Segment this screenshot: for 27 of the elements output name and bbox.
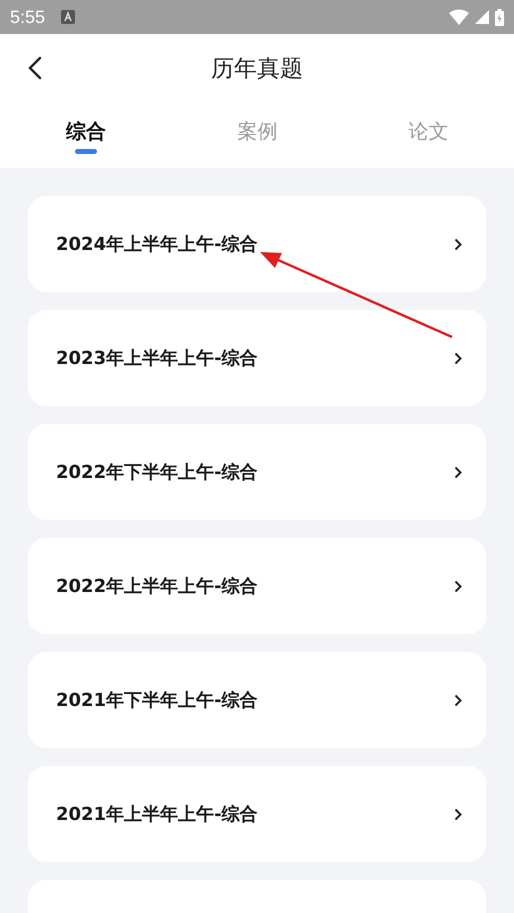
exam-title: 2021年上半年上午-综合 xyxy=(56,803,258,826)
tab-indicator xyxy=(75,149,97,154)
chevron-right-icon xyxy=(454,580,462,592)
exam-card[interactable]: 2022年下半年上午-综合 xyxy=(28,424,486,520)
exam-title: 2023年上半年上午-综合 xyxy=(56,347,258,370)
tab[interactable]: 综合 xyxy=(0,102,172,168)
exam-card[interactable]: 2022年上半年上午-综合 xyxy=(28,538,486,634)
chevron-right-icon xyxy=(454,694,462,706)
exam-title: 2022年下半年上午-综合 xyxy=(56,461,258,484)
chevron-right-icon xyxy=(454,466,462,478)
exam-card[interactable]: 2021年上半年上午-综合 xyxy=(28,766,486,862)
signal-icon xyxy=(475,10,489,24)
wifi-icon xyxy=(449,9,469,25)
battery-icon xyxy=(495,8,504,26)
exam-card[interactable]: 2023年上半年上午-综合 xyxy=(28,310,486,406)
exam-title: 2022年上半年上午-综合 xyxy=(56,575,258,598)
notification-icon xyxy=(61,10,76,24)
exam-card[interactable]: 2024年上半年上午-综合 xyxy=(28,196,486,292)
back-icon[interactable] xyxy=(28,56,42,80)
chevron-right-icon xyxy=(454,352,462,364)
status-time: 5:55 xyxy=(10,6,46,28)
chevron-right-icon xyxy=(454,808,462,820)
chevron-right-icon xyxy=(454,238,462,250)
page-title: 历年真题 xyxy=(211,54,303,84)
exam-card[interactable]: 2021年下半年上午-综合 xyxy=(28,652,486,748)
exam-title: 2024年上半年上午-综合 xyxy=(56,233,258,256)
exam-title: 2021年下半年上午-综合 xyxy=(56,689,258,712)
